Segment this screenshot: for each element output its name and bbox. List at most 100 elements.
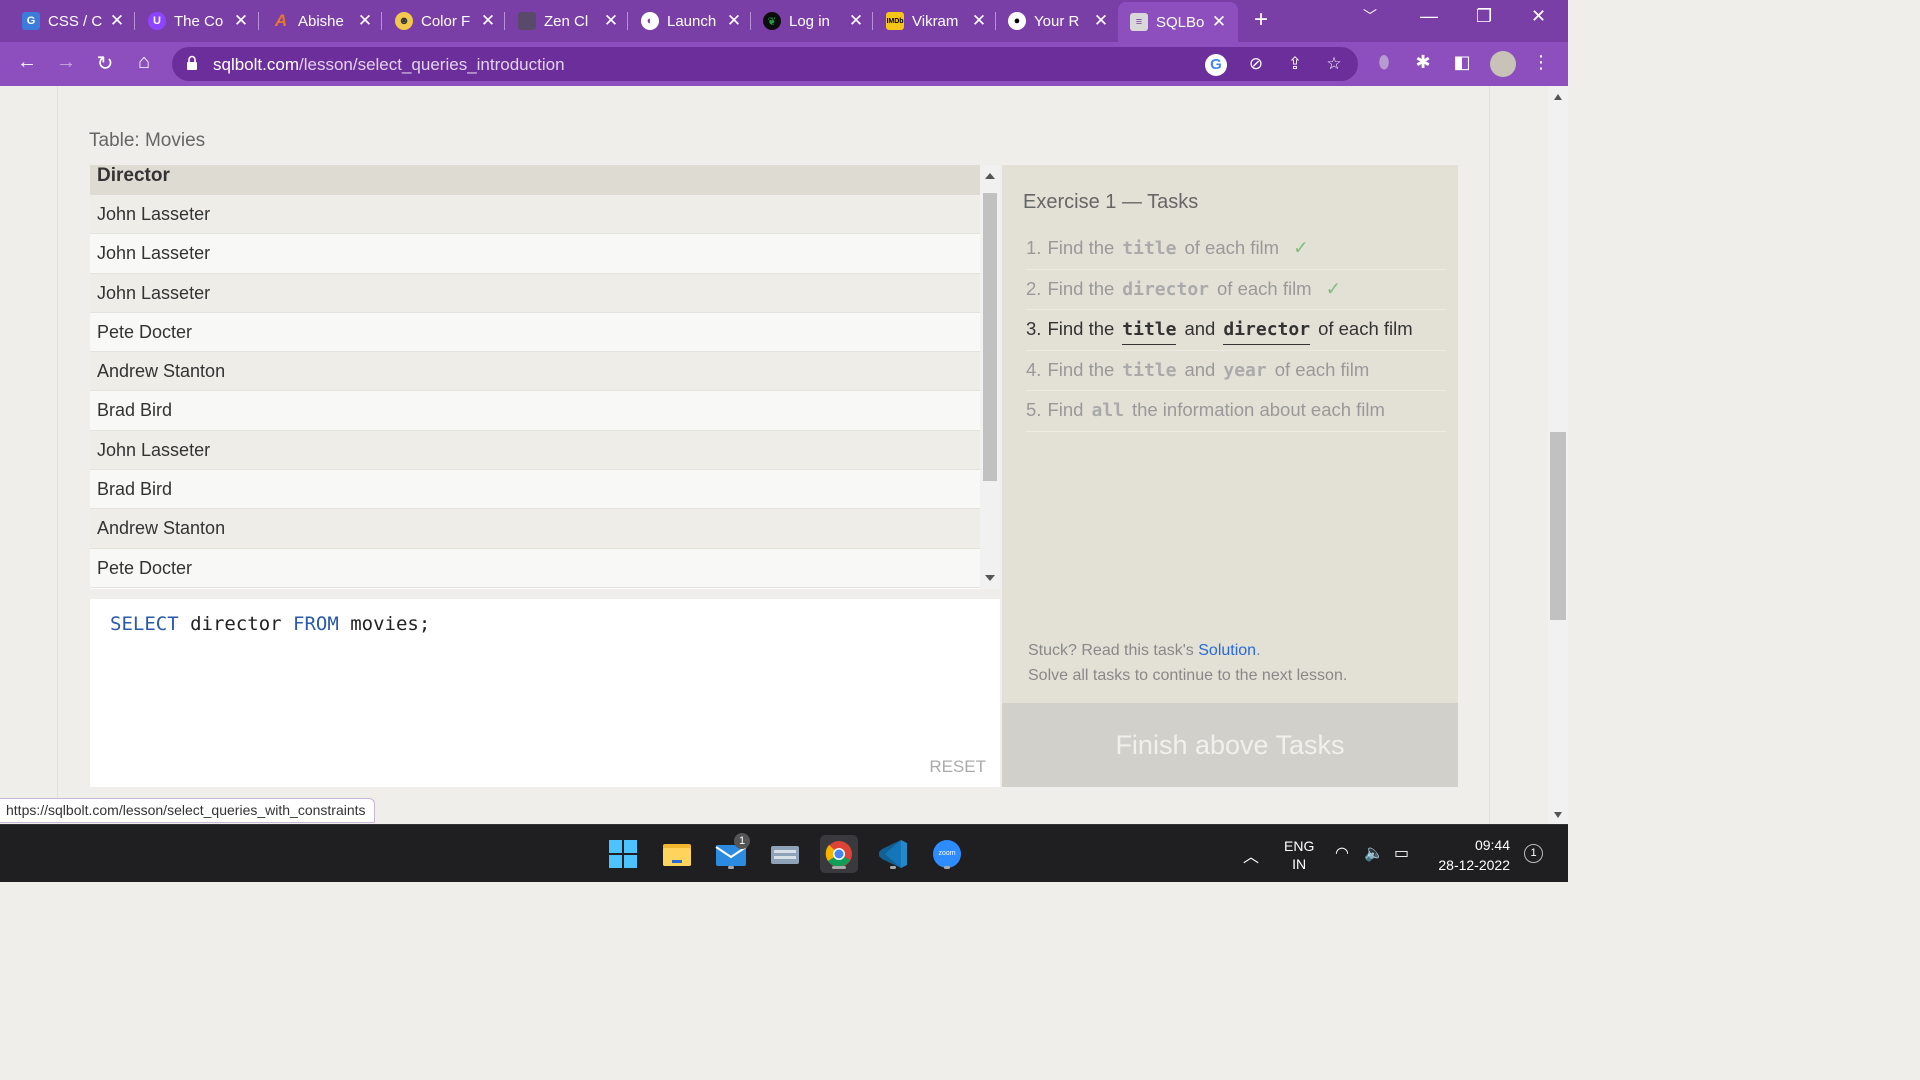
notification-badge[interactable]: 1 [1524,844,1543,863]
volume-icon[interactable]: 🔈 [1364,843,1384,863]
task-text: Find the [1047,277,1115,299]
page-scroll-up-icon[interactable] [1554,94,1562,100]
home-icon[interactable]: ⌂ [131,51,157,74]
tab-title: Your R [1034,12,1080,30]
table-caption: Table: Movies [89,130,206,151]
tab-9[interactable]: ● Your R ✕ [1008,3,1110,39]
touch-keyboard-icon[interactable] [766,835,804,873]
tab-title: Zen Cl [544,12,589,30]
extension-lamp-icon[interactable]: ⬮ [1372,52,1396,73]
page-scrollbar[interactable] [1548,86,1568,824]
task-text: and [1184,358,1216,380]
bookmark-star-icon[interactable]: ☆ [1323,54,1345,76]
google-translate-icon[interactable]: G [1205,54,1227,76]
task-text: of each film [1184,237,1280,258]
mail-badge: 1 [734,833,750,849]
task-number: 4. [1026,358,1042,380]
tab-2[interactable]: U The Co ✕ [148,3,250,39]
scroll-up-arrow-icon[interactable] [985,173,995,179]
tab-title: Vikram [912,12,959,30]
tab-divider [750,12,751,30]
u-tab-icon: U [148,12,166,30]
task-code: all [1091,400,1124,421]
results-scrollbar[interactable] [980,165,1000,589]
table-row: John Lasseter [90,234,980,274]
file-explorer-icon[interactable] [658,835,696,873]
mongodb-tab-icon: ❦ [763,12,781,30]
css-tab-icon: G [22,12,40,30]
close-icon[interactable]: ✕ [1210,12,1228,32]
browser-toolbar: ← → ↻ ⌂ sqlbolt.com/lesson/select_querie… [0,42,1568,86]
new-tab-button[interactable]: + [1254,6,1268,34]
status-bar-url: https://sqlbolt.com/lesson/select_querie… [0,798,375,823]
forward-icon[interactable]: → [53,51,79,74]
side-panel-icon[interactable]: ◧ [1450,52,1474,73]
chrome-icon[interactable] [820,835,858,873]
sql-query[interactable]: SELECT director FROM movies; [110,613,430,635]
close-icon[interactable]: ✕ [479,11,497,31]
close-icon[interactable]: ✕ [232,11,250,31]
tab-6[interactable]: ◐ Launch ✕ [641,3,743,39]
tab-7[interactable]: ❦ Log in ✕ [763,3,865,39]
sql-column: director [178,613,294,635]
checkmark-icon: ✓ [1325,277,1342,299]
task-text: Find the [1047,318,1115,339]
task-text: Find the [1047,237,1115,258]
close-icon[interactable]: ✕ [1092,11,1110,31]
tab-divider [258,12,259,30]
sql-editor[interactable]: SELECT director FROM movies; RESET [90,599,1000,787]
reset-button[interactable]: RESET [929,757,986,777]
sql-keyword: SELECT [110,613,179,635]
task-code: title [1122,319,1177,345]
tab-1[interactable]: G CSS / C ✕ [22,3,126,39]
window-close-icon[interactable]: ✕ [1531,6,1546,27]
profile-avatar[interactable] [1490,51,1516,77]
tab-strip: G CSS / C ✕ U The Co ✕ A Abishe ✕ ☻ Colo… [0,0,1568,42]
finish-tasks-button[interactable]: Finish above Tasks [1002,703,1458,787]
restore-icon[interactable]: ❐ [1476,6,1492,27]
close-icon[interactable]: ✕ [602,11,620,31]
solution-link[interactable]: Solution [1198,642,1256,659]
close-icon[interactable]: ✕ [725,11,743,31]
back-icon[interactable]: ← [14,51,40,74]
start-icon[interactable] [604,835,642,873]
tab-3[interactable]: A Abishe ✕ [272,3,374,39]
close-icon[interactable]: ✕ [356,11,374,31]
running-indicator [728,866,734,869]
url-path: /lesson/select_queries_introduction [298,55,565,74]
tab-4[interactable]: ☻ Color F ✕ [395,3,497,39]
lock-icon[interactable] [186,55,198,71]
results-scroll-thumb[interactable] [983,193,997,481]
minimize-icon[interactable]: — [1420,6,1438,27]
time: 09:44 [1474,837,1510,853]
close-icon[interactable]: ✕ [108,11,126,31]
zoom-icon[interactable]: zoom [928,835,966,873]
task-number: 5. [1026,399,1042,420]
vscode-icon[interactable] [874,835,912,873]
reload-icon[interactable]: ↻ [92,51,118,76]
table-row: John Lasseter [90,273,980,313]
wifi-icon[interactable]: ◠ [1335,843,1349,863]
tab-5[interactable]: Zen Cl ✕ [518,3,620,39]
clock[interactable]: 09:44 28-12-2022 [1432,835,1510,875]
page-scroll-down-icon[interactable] [1554,812,1562,818]
tab-search-icon[interactable]: ﹀ [1363,6,1377,26]
tab-10-active[interactable]: ≡ SQLBo ✕ [1118,2,1238,42]
close-icon[interactable]: ✕ [970,11,988,31]
tab-8[interactable]: IMDb Vikram ✕ [886,3,988,39]
globe-tab-icon: ◐ [641,12,659,30]
eye-slash-icon[interactable]: ⊘ [1245,54,1267,76]
results-table: Director John Lasseter John Lasseter Joh… [90,165,980,589]
close-icon[interactable]: ✕ [847,11,865,31]
battery-icon[interactable]: ▭ [1394,843,1409,863]
scroll-down-arrow-icon[interactable] [985,575,995,581]
extensions-puzzle-icon[interactable]: ✱ [1411,52,1435,73]
menu-kebab-icon[interactable]: ⋮ [1529,52,1553,73]
tray-chevron-icon[interactable]: ︿ [1243,843,1259,867]
share-icon[interactable]: ⇪ [1284,54,1306,76]
language-indicator[interactable]: ENG IN [1284,837,1314,873]
table-row: John Lasseter [90,195,980,235]
address-bar[interactable]: sqlbolt.com/lesson/select_queries_introd… [172,47,1358,81]
page-scroll-thumb[interactable] [1550,432,1566,620]
mail-icon[interactable]: 1 [712,833,750,873]
